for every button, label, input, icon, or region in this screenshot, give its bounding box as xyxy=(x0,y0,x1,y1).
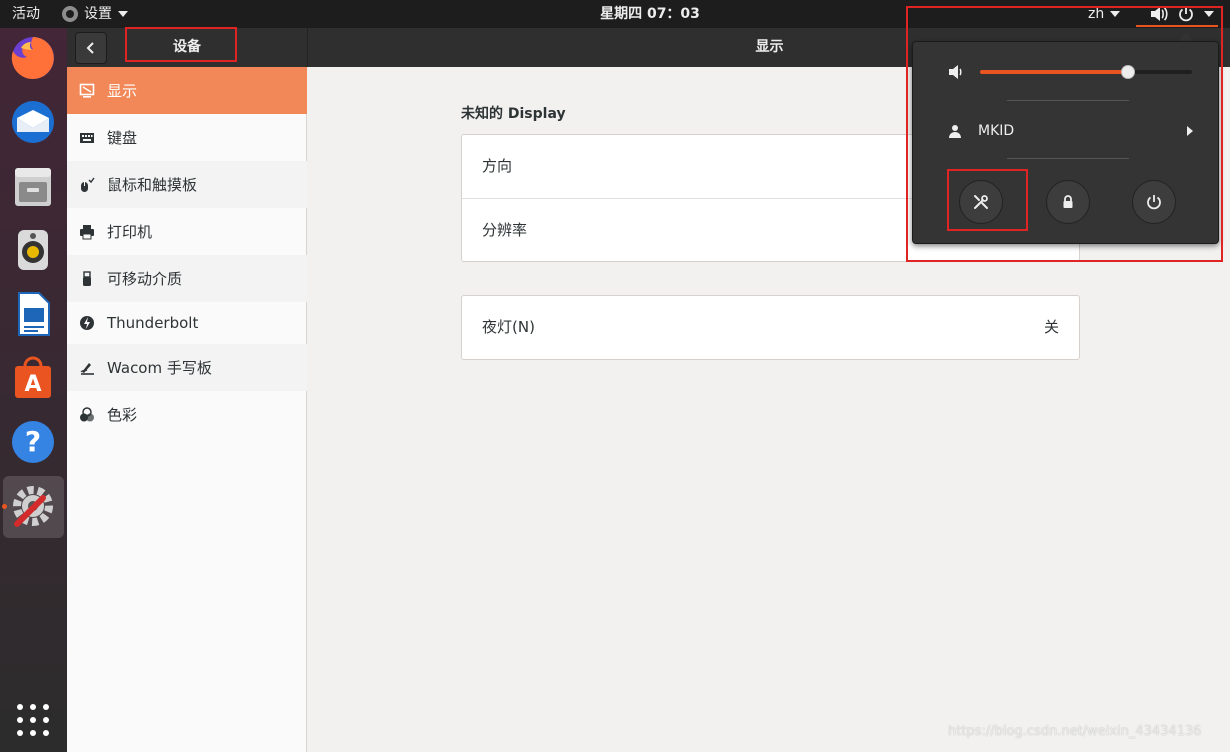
svg-text:A: A xyxy=(24,372,41,397)
sidebar-item-keyboard[interactable]: 键盘 xyxy=(67,114,307,161)
sidebar-item-label: 可移动介质 xyxy=(107,270,183,288)
sidebar-item-label: 打印机 xyxy=(107,223,153,241)
thunderbird-icon[interactable] xyxy=(9,98,57,146)
clock-label: 星期四 07：03 xyxy=(600,6,700,22)
show-apps-icon[interactable] xyxy=(17,704,49,736)
thunderbolt-icon xyxy=(79,315,95,331)
sidebar-item-label: Wacom 手写板 xyxy=(107,359,212,377)
mouse-icon xyxy=(79,177,95,193)
dock: A ? xyxy=(0,28,67,752)
tablet-icon xyxy=(79,360,95,376)
help-icon[interactable]: ? xyxy=(9,418,57,466)
sidebar: 显示 键盘 鼠标和触摸板 打印机 可移动介质 Thunderbolt Wacom… xyxy=(67,67,307,752)
sidebar-item-display[interactable]: 显示 xyxy=(67,67,307,114)
svg-text:?: ? xyxy=(25,425,41,458)
display-icon xyxy=(79,83,95,99)
color-icon xyxy=(79,406,95,423)
night-light-row[interactable]: 夜灯(N) 关 xyxy=(462,296,1079,359)
monitor-title: 未知的 Display xyxy=(461,106,566,122)
sidebar-item-wacom[interactable]: Wacom 手写板 xyxy=(67,344,307,391)
highlight-box-settings-button xyxy=(947,169,1028,231)
sidebar-item-label: 色彩 xyxy=(107,406,138,424)
software-icon[interactable]: A xyxy=(9,354,57,402)
watermark: https://blog.csdn.net/weixin_43434136 xyxy=(948,724,1202,739)
sidebar-item-printers[interactable]: 打印机 xyxy=(67,208,307,255)
orientation-label: 方向 xyxy=(482,157,513,175)
files-icon[interactable] xyxy=(9,162,57,210)
highlight-box-devices xyxy=(125,27,237,62)
sidebar-item-mouse[interactable]: 鼠标和触摸板 xyxy=(67,161,307,208)
running-indicator xyxy=(2,504,7,509)
usb-icon xyxy=(79,270,95,287)
firefox-icon[interactable] xyxy=(9,34,57,82)
writer-icon[interactable] xyxy=(9,290,57,338)
printer-icon xyxy=(79,224,95,240)
sidebar-item-label: Thunderbolt xyxy=(107,314,199,332)
resolution-label: 分辨率 xyxy=(482,221,528,239)
sidebar-item-label: 鼠标和触摸板 xyxy=(107,176,198,194)
night-light-value: 关 xyxy=(1043,318,1059,336)
sidebar-item-thunderbolt[interactable]: Thunderbolt xyxy=(67,302,307,344)
sidebar-item-removable-media[interactable]: 可移动介质 xyxy=(67,255,307,302)
night-light-card: 夜灯(N) 关 xyxy=(461,295,1080,360)
sidebar-item-label: 显示 xyxy=(107,82,138,100)
sidebar-item-color[interactable]: 色彩 xyxy=(67,391,307,438)
rhythmbox-icon[interactable] xyxy=(9,226,57,274)
keyboard-icon xyxy=(79,130,95,146)
night-light-label: 夜灯(N) xyxy=(482,318,535,336)
sidebar-item-label: 键盘 xyxy=(107,129,138,147)
settings-icon[interactable] xyxy=(9,482,57,530)
